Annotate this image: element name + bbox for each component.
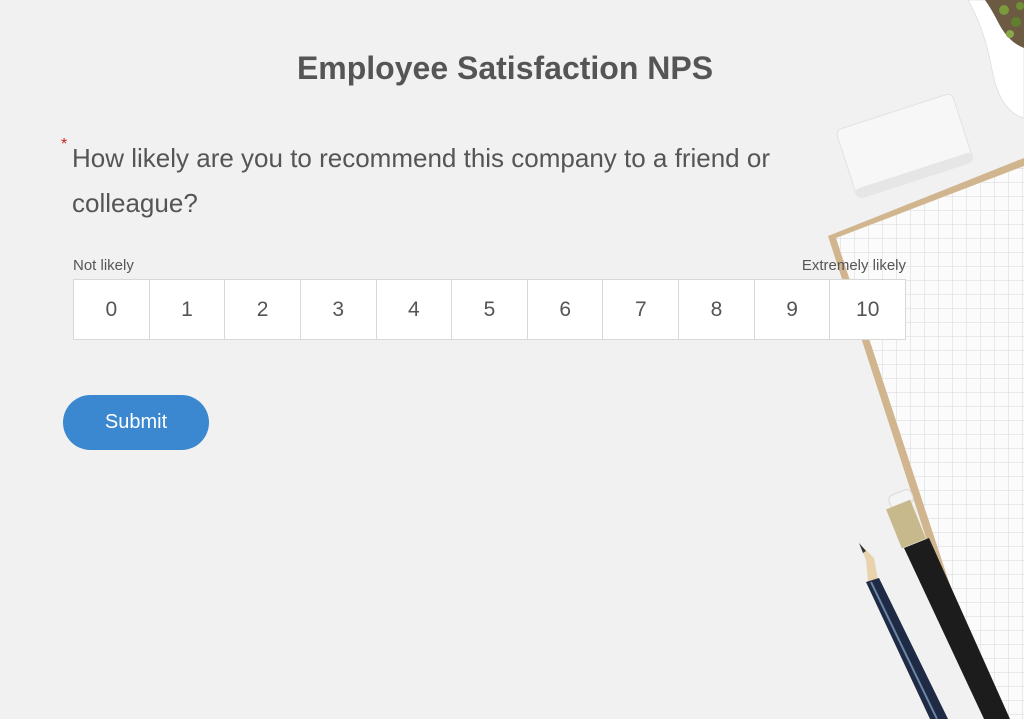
question-text: How likely are you to recommend this com… bbox=[72, 143, 770, 218]
nps-option-7[interactable]: 7 bbox=[602, 280, 679, 339]
nps-option-6[interactable]: 6 bbox=[526, 280, 603, 339]
scale-low-label: Not likely bbox=[73, 257, 134, 274]
submit-button[interactable]: Submit bbox=[63, 395, 209, 450]
nps-option-1[interactable]: 1 bbox=[148, 280, 225, 339]
nps-option-9[interactable]: 9 bbox=[753, 280, 830, 339]
nps-scale: 0 1 2 3 4 5 6 7 8 9 10 bbox=[73, 279, 906, 340]
nps-option-10[interactable]: 10 bbox=[829, 280, 906, 339]
page-title: Employee Satisfaction NPS bbox=[296, 50, 714, 86]
nps-option-8[interactable]: 8 bbox=[678, 280, 754, 339]
nps-survey-form: Employee Satisfaction NPS * How likely a… bbox=[0, 0, 1024, 719]
nps-option-4[interactable]: 4 bbox=[375, 280, 452, 339]
scale-high-label: Extremely likely bbox=[801, 257, 906, 274]
nps-option-5[interactable]: 5 bbox=[451, 280, 527, 339]
nps-option-3[interactable]: 3 bbox=[299, 280, 376, 339]
nps-option-0[interactable]: 0 bbox=[74, 280, 149, 339]
nps-option-2[interactable]: 2 bbox=[224, 280, 300, 339]
required-asterisk: * bbox=[61, 136, 68, 153]
